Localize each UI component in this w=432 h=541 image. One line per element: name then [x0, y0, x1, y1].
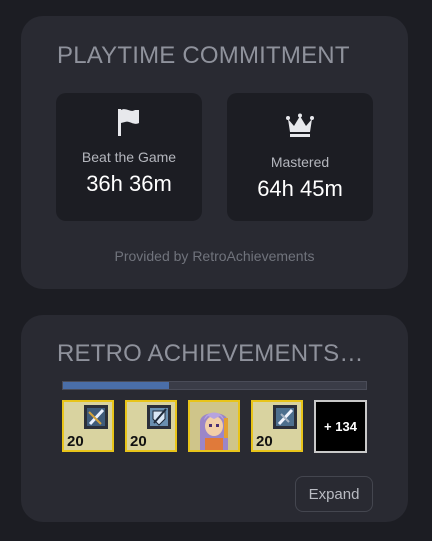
playtime-card: PLAYTIME COMMITMENT Beat the Game 36h 36…: [21, 16, 408, 289]
achievement-badge[interactable]: 20: [62, 400, 114, 452]
retro-achievements-card: RETRO ACHIEVEMENTS (... 20 20 20 + 134 E…: [21, 315, 408, 522]
beat-the-game-label: Beat the Game: [81, 149, 177, 165]
character-portrait-icon: [190, 402, 238, 450]
flag-icon: [56, 107, 202, 139]
expand-button[interactable]: Expand: [295, 476, 373, 512]
svg-text:20: 20: [130, 433, 147, 450]
achievement-badge[interactable]: [188, 400, 240, 452]
crown-icon: [227, 113, 373, 145]
svg-text:20: 20: [67, 433, 84, 450]
achievement-badge[interactable]: 20: [251, 400, 303, 452]
beat-the-game-value: 36h 36m: [86, 171, 172, 196]
provided-by-link[interactable]: Provided by RetroAchievements: [21, 248, 408, 264]
mastered-label: Mastered: [270, 154, 330, 170]
playtime-title: PLAYTIME COMMITMENT: [57, 42, 350, 69]
mastered-tile: Mastered 64h 45m: [227, 93, 373, 221]
achievement-badge[interactable]: 20: [125, 400, 177, 452]
shield-badge-icon: 20: [127, 402, 175, 450]
beat-the-game-tile: Beat the Game 36h 36m: [56, 93, 202, 221]
retro-achievements-title: RETRO ACHIEVEMENTS (...: [57, 340, 367, 367]
achievement-progress-bar: [62, 381, 367, 390]
svg-text:20: 20: [256, 433, 273, 450]
more-achievements-badge[interactable]: + 134: [314, 400, 367, 453]
mastered-value: 64h 45m: [257, 176, 343, 201]
sword-badge-icon: 20: [64, 402, 112, 450]
achievement-progress-fill: [63, 382, 170, 389]
sword-badge-icon: 20: [253, 402, 301, 450]
